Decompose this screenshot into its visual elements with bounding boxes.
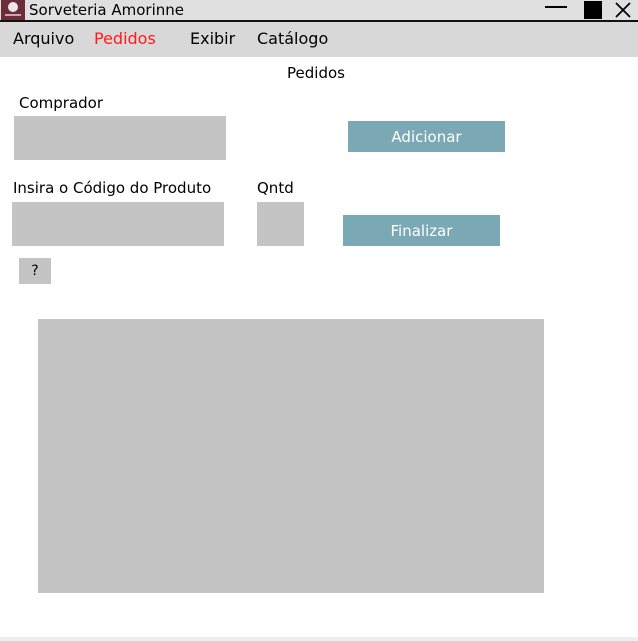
title-bar[interactable]: Sorveteria Amorinne — [0, 0, 638, 22]
maximize-icon — [584, 1, 602, 19]
buyer-input[interactable] — [14, 116, 226, 160]
page-title: Pedidos — [287, 64, 345, 82]
maximize-button[interactable] — [582, 0, 604, 20]
app-logo-flower — [8, 2, 18, 12]
app-window: Sorveteria Amorinne Arquivo Pedidos Exib… — [0, 0, 638, 641]
minimize-icon — [545, 6, 567, 8]
window-title: Sorveteria Amorinne — [29, 1, 185, 19]
app-logo-caption — [5, 14, 21, 16]
menu-item-catalogo[interactable]: Catálogo — [257, 29, 328, 49]
minimize-button[interactable] — [543, 0, 569, 20]
close-icon — [615, 2, 631, 18]
window-bottom-border — [0, 637, 638, 641]
close-button[interactable] — [612, 0, 634, 20]
buyer-label: Comprador — [19, 94, 104, 112]
menu-bar: Arquivo Pedidos Exibir Catálogo — [0, 22, 638, 57]
menu-item-exibir[interactable]: Exibir — [190, 29, 235, 49]
help-button[interactable]: ? — [19, 258, 51, 284]
quantity-label: Qntd — [257, 179, 294, 197]
menu-item-pedidos[interactable]: Pedidos — [94, 29, 156, 49]
menu-item-arquivo[interactable]: Arquivo — [13, 29, 74, 49]
product-code-input[interactable] — [12, 202, 224, 246]
finish-button[interactable]: Finalizar — [343, 215, 500, 246]
app-logo-icon — [1, 0, 25, 20]
orders-table[interactable] — [38, 319, 544, 593]
add-button[interactable]: Adicionar — [348, 121, 505, 152]
quantity-input[interactable] — [257, 202, 304, 246]
product-code-label: Insira o Código do Produto — [13, 179, 212, 197]
